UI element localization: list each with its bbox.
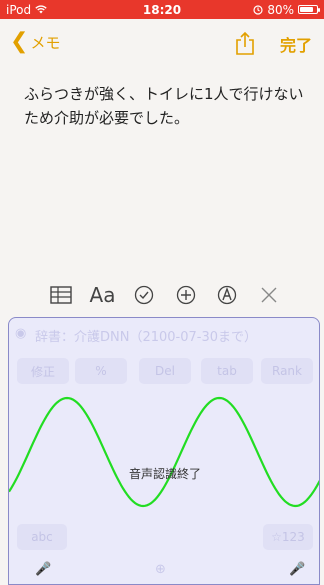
nav-bar: ❮ メモ 完了 bbox=[0, 19, 324, 65]
back-button[interactable]: ❮ メモ bbox=[10, 31, 60, 53]
alarm-icon bbox=[253, 4, 263, 15]
done-button[interactable]: 完了 bbox=[280, 32, 312, 56]
recognition-status: 音声認識終了 bbox=[128, 467, 201, 481]
table-icon[interactable] bbox=[47, 281, 75, 309]
format-text-icon[interactable]: Aa bbox=[88, 281, 116, 309]
add-icon[interactable] bbox=[172, 281, 200, 309]
markup-icon[interactable] bbox=[213, 281, 241, 309]
close-icon[interactable] bbox=[255, 281, 283, 309]
status-time: 18:20 bbox=[142, 2, 182, 17]
share-icon[interactable] bbox=[234, 31, 256, 55]
waveform-line bbox=[9, 396, 319, 508]
chevron-left-icon: ❮ bbox=[10, 29, 29, 54]
back-label: メモ bbox=[30, 33, 61, 52]
battery-icon bbox=[298, 5, 320, 14]
voice-input-panel: ◉ 辞書：介護DNN（2100-07-30まで） 修正 % Del tab Ra… bbox=[8, 317, 320, 585]
battery-fill bbox=[300, 7, 313, 12]
status-right: 80% bbox=[208, 2, 320, 17]
battery-percent: 80% bbox=[267, 2, 294, 17]
checklist-icon[interactable] bbox=[130, 281, 158, 309]
audio-waveform bbox=[9, 396, 319, 508]
format-toolbar: Aa bbox=[0, 276, 324, 314]
wifi-icon bbox=[35, 5, 47, 14]
carrier-label: iPod bbox=[6, 2, 32, 17]
note-text[interactable]: ふらつきが強く、トイレに1人で行けないため介助が必要でした。 bbox=[24, 82, 314, 130]
status-left: iPod bbox=[6, 3, 116, 17]
status-bar: iPod 18:20 80% bbox=[0, 0, 324, 19]
